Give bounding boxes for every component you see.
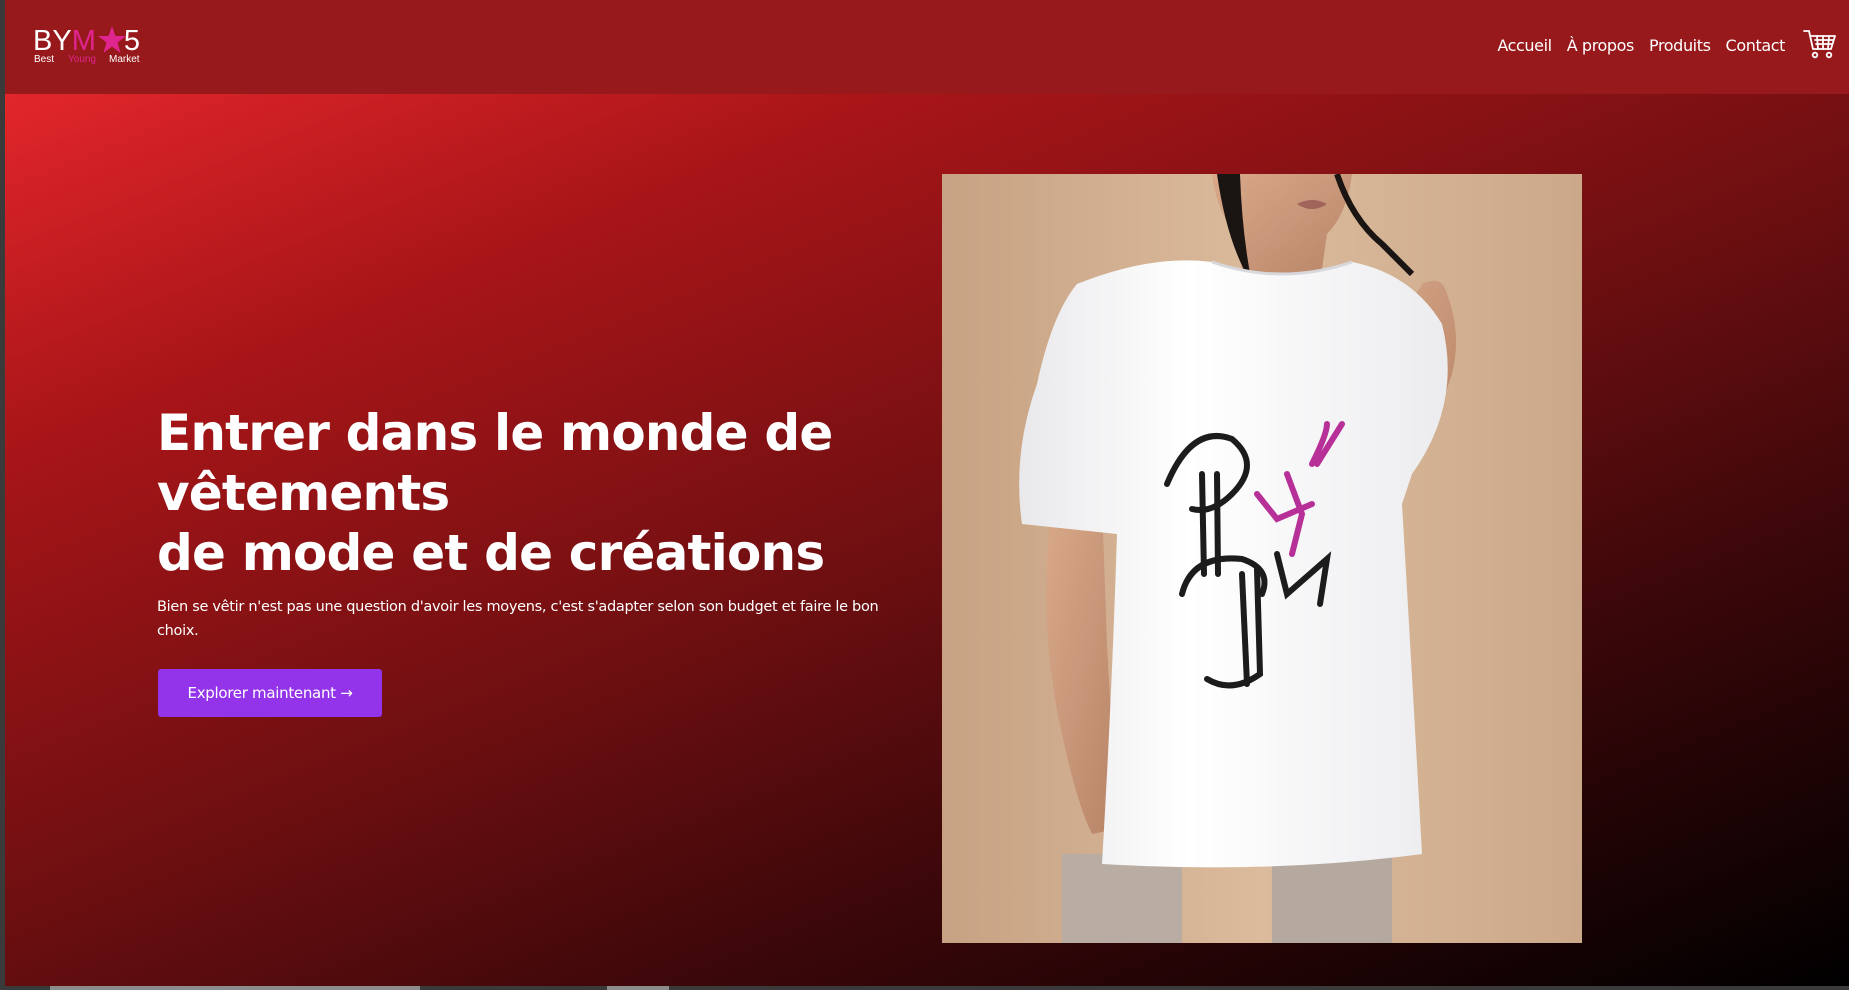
nav-contact[interactable]: Contact	[1726, 35, 1786, 57]
nav-produits[interactable]: Produits	[1649, 35, 1711, 57]
horizontal-scrollbar-thumb[interactable]	[607, 986, 669, 990]
hero-title: Entrer dans le monde de vêtements de mod…	[157, 403, 897, 583]
logo-sub-young: Young	[68, 54, 96, 65]
model-tshirt-photo	[942, 174, 1582, 943]
logo-sub-market: Market	[109, 54, 140, 65]
star-icon	[98, 26, 126, 53]
hero-title-line3: de mode et de créations	[157, 524, 825, 582]
hero-title-line2: vêtements	[157, 464, 450, 522]
explore-button[interactable]: Explorer maintenant →	[158, 669, 382, 717]
nav-accueil[interactable]: Accueil	[1497, 35, 1552, 57]
horizontal-scrollbar[interactable]	[50, 986, 420, 990]
logo-sub-best: Best	[34, 54, 55, 65]
hero-section: Entrer dans le monde de vêtements de mod…	[5, 94, 1849, 986]
main-nav: Accueil À propos Produits Contact	[1497, 35, 1785, 57]
hero-description: Bien se vêtir n'est pas une question d'a…	[157, 599, 879, 639]
logo[interactable]: BYM 5 Best Young Market	[33, 26, 153, 70]
model-illustration	[942, 174, 1582, 943]
cart-icon[interactable]	[1803, 28, 1837, 60]
hero-text: Entrer dans le monde de vêtements de mod…	[157, 403, 897, 643]
nav-a-propos[interactable]: À propos	[1567, 35, 1635, 57]
hero-title-line1: Entrer dans le monde de	[157, 404, 833, 462]
navbar: BYM 5 Best Young Market Accueil À propos …	[5, 0, 1849, 94]
page-frame: BYM 5 Best Young Market Accueil À propos …	[5, 0, 1849, 986]
